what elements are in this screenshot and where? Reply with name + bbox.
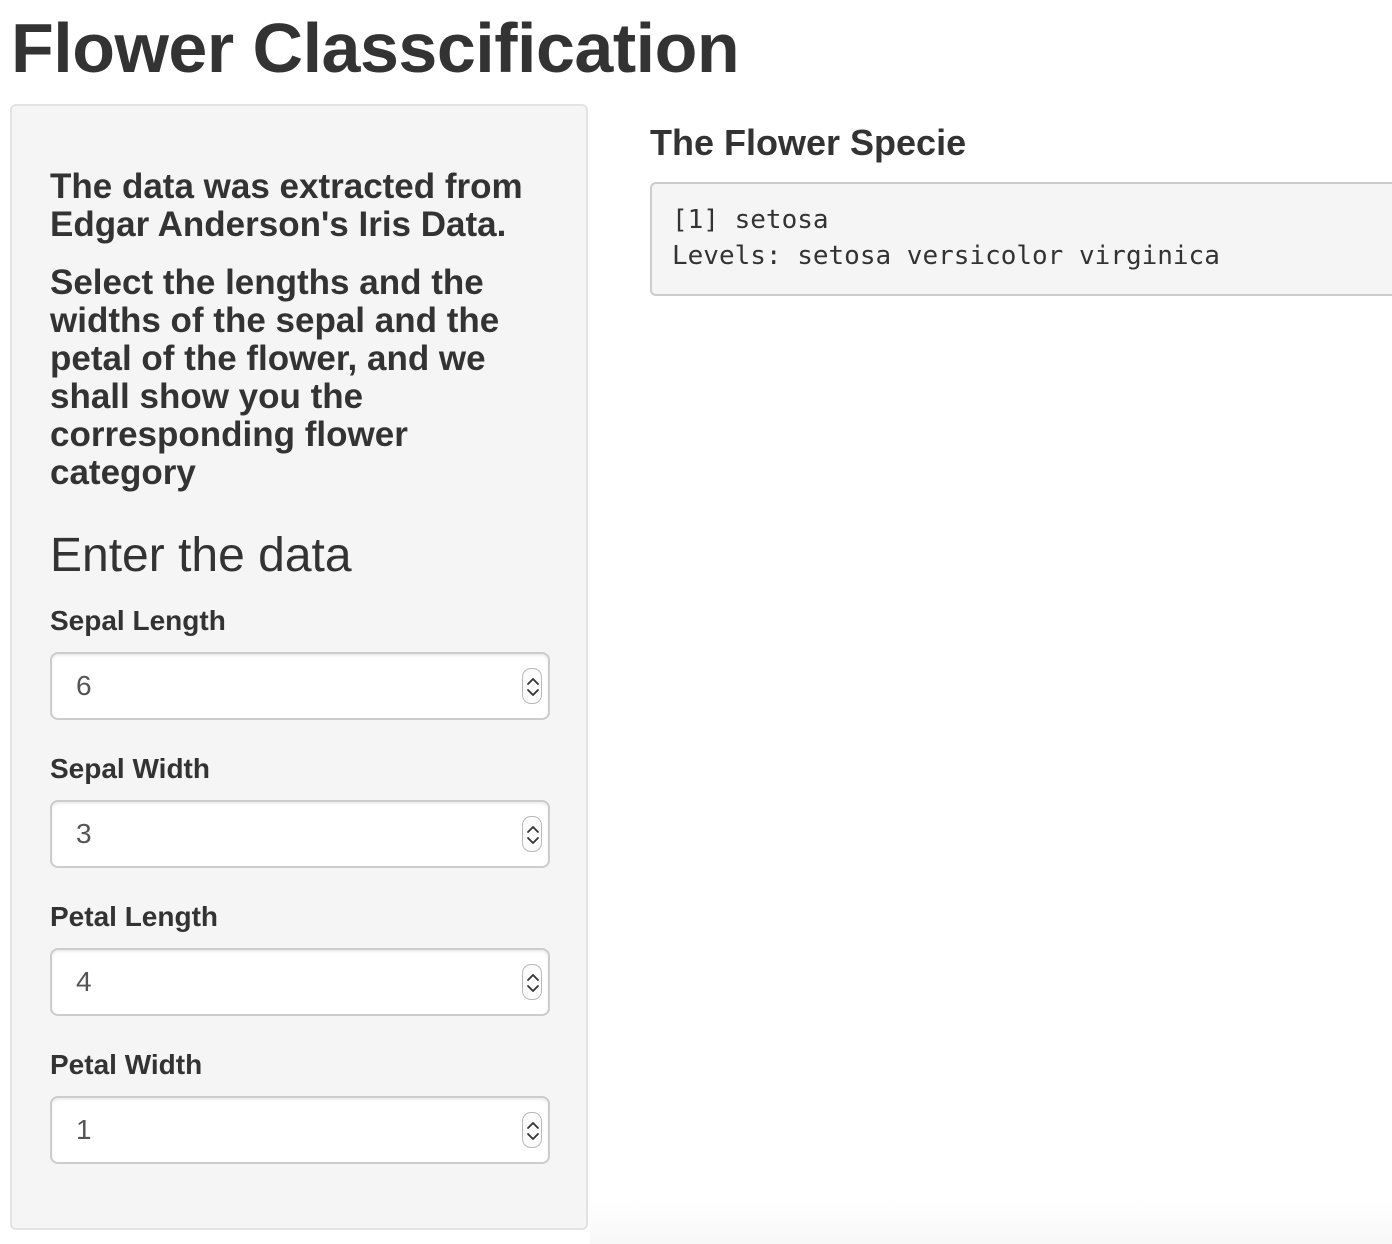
output-line: [1] setosa <box>672 205 829 235</box>
spinner-up-down-icon[interactable] <box>522 816 542 852</box>
petal-width-label: Petal Width <box>50 1049 203 1080</box>
petal-width-value: 1 <box>76 1114 92 1145</box>
output-line: Levels: setosa versicolor virginica <box>672 241 1220 271</box>
spinner-up-down-icon[interactable] <box>522 964 542 1000</box>
page-bottom-shade <box>590 1200 1392 1244</box>
intro-text: The data was extracted from Edgar Anders… <box>50 167 523 244</box>
sidebar-panel: The data was extracted from Edgar Anders… <box>10 104 588 1230</box>
petal-width-input[interactable]: 1 <box>50 1096 550 1164</box>
sepal-width-value: 3 <box>76 818 92 849</box>
prediction-output: [1] setosa Levels: setosa versicolor virg… <box>650 182 1392 296</box>
petal-length-input[interactable]: 4 <box>50 948 550 1016</box>
page-title: Flower Classcification <box>11 9 740 87</box>
spinner-up-down-icon[interactable] <box>522 668 542 704</box>
sepal-length-input[interactable]: 6 <box>50 652 550 720</box>
sepal-width-label: Sepal Width <box>50 753 210 784</box>
result-heading: The Flower Specie <box>650 122 967 163</box>
section-heading: Enter the data <box>50 529 352 582</box>
instructions-text: Select the lengths and the widths of the… <box>50 263 500 492</box>
sepal-length-value: 6 <box>76 670 92 701</box>
sepal-width-input[interactable]: 3 <box>50 800 550 868</box>
spinner-up-down-icon[interactable] <box>522 1112 542 1148</box>
sepal-length-label: Sepal Length <box>50 605 226 636</box>
page: Flower Classcification The data was extr… <box>0 0 1392 1244</box>
petal-length-value: 4 <box>76 966 92 997</box>
petal-length-label: Petal Length <box>50 901 219 932</box>
